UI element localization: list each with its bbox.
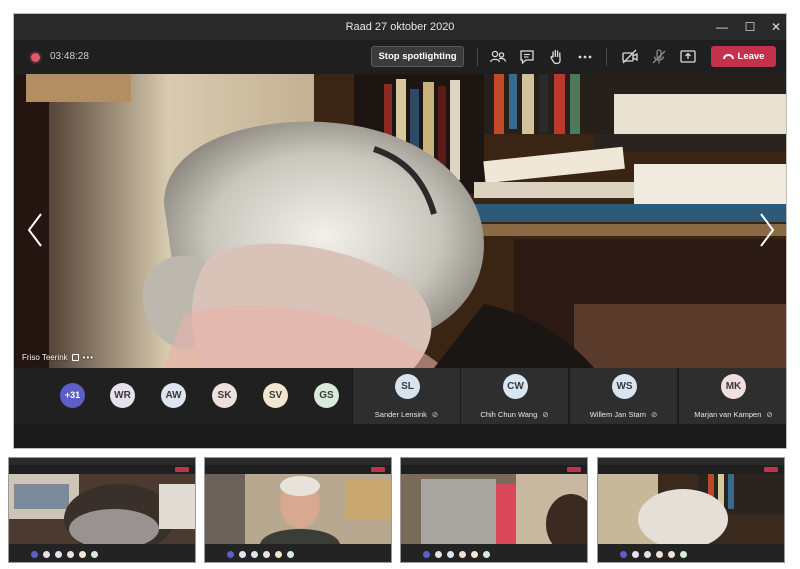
participant-name-text: Sander Lensink — [374, 410, 427, 419]
thumbnail-video-2 — [205, 474, 391, 544]
next-arrow-icon[interactable] — [758, 212, 776, 248]
thumbnail-avatar-dot — [251, 551, 258, 558]
thumbnail-avatar-dot — [79, 551, 86, 558]
thumbnail-avatar-dot — [644, 551, 651, 558]
thumbnail-avatar-dot — [632, 551, 639, 558]
meeting-timer: 03:48:28 — [50, 51, 89, 62]
thumbnail-avatar-dot — [459, 551, 466, 558]
participant-gallery: +31 WR AW SK SV GS SL Sander Lensink ⊘ CW Chih C… — [14, 368, 786, 424]
thumbnail-avatar-dot — [275, 551, 282, 558]
thumbnail-avatar-dot — [447, 551, 454, 558]
camera-off-icon[interactable] — [620, 47, 640, 67]
participant-avatar[interactable]: GS — [314, 383, 339, 408]
thumbnail-avatar-dot — [620, 551, 627, 558]
thumbnail-screenshot-2 — [204, 457, 392, 563]
more-participants-avatar[interactable]: +31 — [60, 383, 85, 408]
toolbar-divider — [477, 48, 478, 66]
thumbnail-screenshot-4 — [597, 457, 785, 563]
mic-muted-icon: ⊘ — [650, 410, 658, 419]
teams-meeting-window: Raad 27 oktober 2020 — ☐ ✕ 03:48:28 Stop… — [13, 13, 787, 449]
thumbnail-avatar-dot — [423, 551, 430, 558]
participant-name-text: Chih Chun Wang — [480, 410, 538, 419]
mic-off-icon[interactable] — [649, 47, 669, 67]
participant-avatar[interactable]: AW — [161, 383, 186, 408]
speaker-name: Friso Teerink — [22, 353, 68, 362]
thumbnail-avatar-dot — [67, 551, 74, 558]
participant-name: Marjan van Kampen ⊘ — [679, 410, 786, 419]
thumbnail-avatar-dot — [656, 551, 663, 558]
participant-name: Chih Chun Wang ⊘ — [461, 410, 568, 419]
close-button[interactable]: ✕ — [764, 17, 786, 37]
leave-button[interactable]: Leave — [711, 46, 776, 67]
participant-tile[interactable]: MK Marjan van Kampen ⊘ — [678, 368, 786, 424]
thumbnail-video-1 — [9, 474, 195, 544]
toolbar-divider — [606, 48, 607, 66]
mic-muted-icon: ⊘ — [766, 410, 773, 419]
participant-name: Sander Lensink ⊘ — [353, 410, 460, 419]
raise-hand-icon[interactable] — [546, 47, 566, 67]
participant-avatar: MK — [721, 374, 746, 399]
recording-indicator-icon — [31, 53, 40, 62]
leave-label: Leave — [737, 51, 765, 62]
participant-tile[interactable]: SL Sander Lensink ⊘ — [352, 368, 460, 424]
phone-hangup-icon — [722, 53, 734, 59]
window-title: Raad 27 oktober 2020 — [345, 21, 455, 33]
participant-name: Willem Jan Stam ⊘ — [570, 410, 677, 419]
thumbnail-avatar-dot — [287, 551, 294, 558]
participant-options-icon[interactable]: ••• — [83, 353, 94, 362]
participant-avatar[interactable]: WR — [110, 383, 135, 408]
bottom-bar — [14, 424, 786, 448]
thumbnail-video-4 — [598, 474, 784, 544]
participant-avatar: SL — [395, 374, 420, 399]
spotlight-video: Friso Teerink ••• — [14, 74, 786, 368]
maximize-button[interactable]: ☐ — [738, 17, 762, 37]
thumbnail-avatar-dot — [471, 551, 478, 558]
participant-tile[interactable]: WS Willem Jan Stam ⊘ — [569, 368, 677, 424]
stop-spotlighting-button[interactable]: Stop spotlighting — [371, 46, 464, 67]
thumbnail-avatar-dot — [55, 551, 62, 558]
thumbnail-avatar-dot — [239, 551, 246, 558]
thumbnail-avatar-dot — [43, 551, 50, 558]
more-icon[interactable] — [575, 47, 595, 67]
thumbnail-avatar-dot — [680, 551, 687, 558]
thumbnail-avatar-dot — [435, 551, 442, 558]
participant-name-text: Marjan van Kampen — [694, 410, 762, 419]
spotlight-pin-icon — [71, 354, 79, 361]
title-bar: Raad 27 oktober 2020 — ☐ ✕ — [14, 14, 786, 40]
thumbnail-avatar-dot — [668, 551, 675, 558]
participant-tile[interactable]: CW Chih Chun Wang ⊘ — [460, 368, 568, 424]
mic-muted-icon: ⊘ — [542, 410, 549, 419]
thumbnail-video-3 — [401, 474, 587, 544]
participant-avatar[interactable]: SK — [212, 383, 237, 408]
chat-icon[interactable] — [517, 47, 537, 67]
participant-avatar[interactable]: SV — [263, 383, 288, 408]
thumbnail-screenshot-3 — [400, 457, 588, 563]
participant-name-text: Willem Jan Stam — [589, 410, 646, 419]
previous-arrow-icon[interactable] — [26, 212, 44, 248]
meeting-toolbar: 03:48:28 Stop spotlighting Leave — [14, 40, 786, 74]
thumbnail-avatar-dot — [483, 551, 490, 558]
thumbnail-avatar-dot — [91, 551, 98, 558]
spotlight-video-frame — [14, 74, 786, 368]
thumbnail-screenshot-1 — [8, 457, 196, 563]
speaker-name-label: Friso Teerink ••• — [22, 353, 94, 362]
thumbnail-avatar-dot — [263, 551, 270, 558]
mic-muted-icon: ⊘ — [431, 410, 439, 419]
thumbnail-avatar-dot — [227, 551, 234, 558]
participant-avatar: CW — [503, 374, 528, 399]
participant-avatar: WS — [612, 374, 637, 399]
share-screen-icon[interactable] — [678, 47, 698, 67]
minimize-button[interactable]: — — [710, 17, 734, 37]
thumbnail-avatar-dot — [31, 551, 38, 558]
participants-icon[interactable] — [488, 47, 508, 67]
